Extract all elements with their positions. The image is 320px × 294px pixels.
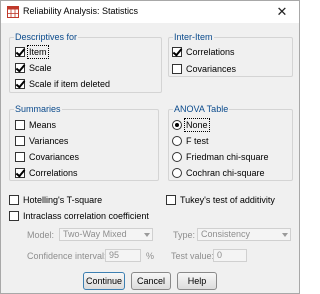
test-value-input[interactable]: 0: [213, 249, 247, 262]
radio-selected-icon: [172, 120, 182, 130]
continue-button[interactable]: Continue: [83, 272, 125, 290]
checkbox-unchecked-icon: [15, 136, 25, 146]
chevron-down-icon: [282, 233, 288, 237]
tukey-checkbox[interactable]: Tukey's test of additivity: [166, 194, 275, 206]
means-checkbox[interactable]: Means: [15, 119, 56, 131]
scale-label: Scale: [29, 63, 52, 73]
summaries-correlations-checkbox[interactable]: Correlations: [15, 167, 78, 179]
anova-cochran-radio[interactable]: Cochran chi-square: [172, 167, 265, 179]
anova-cochran-label: Cochran chi-square: [186, 168, 265, 178]
anova-none-radio[interactable]: None: [172, 118, 210, 132]
model-select[interactable]: Two-Way Mixed: [59, 228, 153, 241]
item-label: Item: [27, 45, 49, 59]
model-value: Two-Way Mixed: [63, 229, 127, 239]
confidence-interval-input[interactable]: 95: [105, 249, 141, 262]
radio-unselected-icon: [172, 152, 182, 162]
checkbox-unchecked-icon: [15, 120, 25, 130]
cancel-button[interactable]: Cancel: [131, 272, 171, 290]
percent-unit: %: [146, 251, 155, 261]
radio-unselected-icon: [172, 168, 182, 178]
test-value-value: 0: [217, 250, 223, 260]
hotelling-checkbox[interactable]: Hotelling's T-square: [9, 194, 102, 206]
checkbox-checked-icon: [15, 63, 25, 73]
checkbox-unchecked-icon: [166, 195, 176, 205]
type-select[interactable]: Consistency: [197, 228, 291, 241]
inter-item-covariances-checkbox[interactable]: Covariances: [172, 63, 236, 75]
anova-friedman-radio[interactable]: Friedman chi-square: [172, 151, 269, 163]
spss-table-icon: [7, 6, 19, 18]
scale-if-deleted-label: Scale if item deleted: [29, 79, 111, 89]
checkbox-unchecked-icon: [172, 64, 182, 74]
inter-item-covariances-label: Covariances: [186, 64, 237, 74]
chevron-down-icon: [144, 233, 150, 237]
dialog-title: Reliability Analysis: Statistics: [23, 6, 139, 16]
intraclass-label: Intraclass correlation coefficient: [23, 211, 149, 221]
variances-label: Variances: [29, 136, 69, 146]
checkbox-unchecked-icon: [9, 195, 19, 205]
scale-if-deleted-checkbox[interactable]: Scale if item deleted: [15, 78, 110, 90]
intraclass-checkbox[interactable]: Intraclass correlation coefficient: [9, 210, 149, 222]
checkbox-checked-icon: [15, 47, 25, 57]
confidence-interval-label: Confidence interval:: [27, 251, 107, 261]
summaries-covariances-label: Covariances: [29, 152, 80, 162]
type-label: Type:: [173, 230, 196, 240]
summaries-correlations-label: Correlations: [29, 168, 78, 178]
checkbox-checked-icon: [172, 47, 182, 57]
inter-item-legend: Inter-Item: [173, 32, 214, 43]
variances-checkbox[interactable]: Variances: [15, 135, 68, 147]
scale-checkbox[interactable]: Scale: [15, 62, 52, 74]
tukey-label: Tukey's test of additivity: [180, 195, 275, 205]
summaries-covariances-checkbox[interactable]: Covariances: [15, 151, 79, 163]
anova-f-test-radio[interactable]: F test: [172, 135, 209, 147]
test-value-label: Test value:: [171, 251, 215, 261]
close-icon[interactable]: ✕: [265, 1, 299, 23]
summaries-legend: Summaries: [14, 104, 62, 115]
title-bar: Reliability Analysis: Statistics ✕: [1, 1, 299, 23]
anova-f-test-label: F test: [186, 136, 209, 146]
anova-none-label: None: [184, 118, 210, 132]
model-label: Model:: [27, 230, 55, 240]
anova-table-legend: ANOVA Table: [173, 104, 230, 115]
checkbox-unchecked-icon: [9, 211, 19, 221]
descriptives-legend: Descriptives for: [14, 32, 79, 43]
type-value: Consistency: [201, 229, 251, 239]
inter-item-correlations-checkbox[interactable]: Correlations: [172, 46, 235, 58]
checkbox-checked-icon: [15, 79, 25, 89]
inter-item-correlations-label: Correlations: [186, 47, 235, 57]
checkbox-unchecked-icon: [15, 152, 25, 162]
help-button[interactable]: Help: [177, 272, 217, 290]
hotelling-label: Hotelling's T-square: [23, 195, 103, 205]
checkbox-checked-icon: [15, 168, 25, 178]
reliability-statistics-dialog: Reliability Analysis: Statistics ✕ Descr…: [0, 0, 300, 294]
confidence-interval-value: 95: [109, 250, 120, 260]
item-checkbox[interactable]: Item: [15, 45, 49, 59]
means-label: Means: [29, 120, 57, 130]
anova-friedman-label: Friedman chi-square: [186, 152, 269, 162]
radio-unselected-icon: [172, 136, 182, 146]
